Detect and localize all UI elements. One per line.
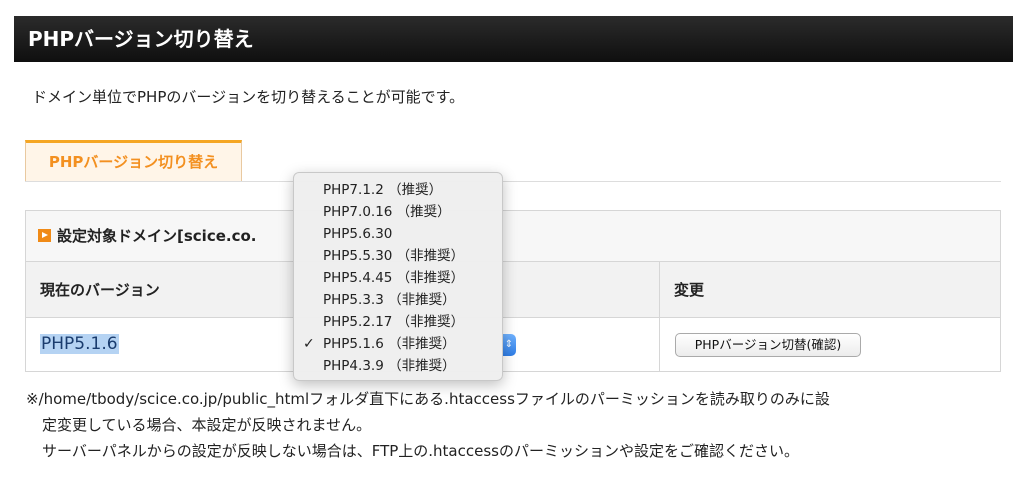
settings-panel: 設定対象ドメイン[scice.co. 現在のバージョン 変更 PHP5.1.6 … bbox=[25, 210, 1001, 372]
header-current-version: 現在のバージョン bbox=[40, 281, 160, 299]
dropdown-option[interactable]: PHP7.0.16 （推奨） bbox=[294, 201, 502, 223]
table-header-row: 現在のバージョン 変更 bbox=[26, 262, 1000, 318]
note-line: 定変更している場合、本設定が反映されません。 bbox=[42, 416, 372, 434]
tab-divider bbox=[25, 181, 1001, 182]
version-select[interactable]: ⇕ bbox=[502, 334, 516, 356]
dropdown-option[interactable]: PHP5.4.45 （非推奨） bbox=[294, 267, 502, 289]
play-bullet-icon bbox=[38, 229, 51, 242]
version-dropdown-menu: PHP7.1.2 （推奨） PHP7.0.16 （推奨） PHP5.6.30 P… bbox=[293, 172, 503, 381]
dropdown-option[interactable]: PHP7.1.2 （推奨） bbox=[294, 179, 502, 201]
current-version-value: PHP5.1.6 bbox=[40, 334, 119, 354]
dropdown-option[interactable]: PHP5.2.17 （非推奨） bbox=[294, 311, 502, 333]
chevron-updown-icon: ⇕ bbox=[504, 339, 514, 350]
checkmark-icon: ✓ bbox=[303, 336, 315, 352]
page-title: PHPバージョン切り替え bbox=[28, 27, 254, 51]
note-line: サーバーパネルからの設定が反映しない場合は、FTP上の.htaccessのパーミ… bbox=[42, 442, 799, 460]
domain-label: 設定対象ドメイン[scice.co. bbox=[57, 227, 257, 245]
notes: ※/home/tbody/scice.co.jp/public_htmlフォルダ… bbox=[26, 386, 1016, 464]
dropdown-option[interactable]: PHP5.5.30 （非推奨） bbox=[294, 245, 502, 267]
dropdown-option-selected[interactable]: ✓ PHP5.1.6 （非推奨） bbox=[294, 333, 502, 355]
header-change: 変更 bbox=[674, 281, 705, 299]
tab-php-version[interactable]: PHPバージョン切り替え bbox=[25, 140, 242, 182]
tab-label: PHPバージョン切り替え bbox=[48, 153, 219, 171]
page-description: ドメイン単位でPHPのバージョンを切り替えることが可能です。 bbox=[32, 88, 465, 106]
dropdown-option[interactable]: PHP4.3.9 （非推奨） bbox=[294, 355, 502, 377]
table-row: PHP5.1.6 ⇕ PHPバージョン切替(確認) bbox=[26, 318, 1000, 372]
dropdown-option[interactable]: PHP5.6.30 bbox=[294, 223, 502, 245]
domain-row: 設定対象ドメイン[scice.co. bbox=[26, 211, 1000, 262]
page-header: PHPバージョン切り替え bbox=[14, 16, 1013, 62]
dropdown-option[interactable]: PHP5.3.3 （非推奨） bbox=[294, 289, 502, 311]
note-line: ※/home/tbody/scice.co.jp/public_htmlフォルダ… bbox=[26, 390, 830, 408]
change-version-button[interactable]: PHPバージョン切替(確認) bbox=[675, 333, 861, 357]
